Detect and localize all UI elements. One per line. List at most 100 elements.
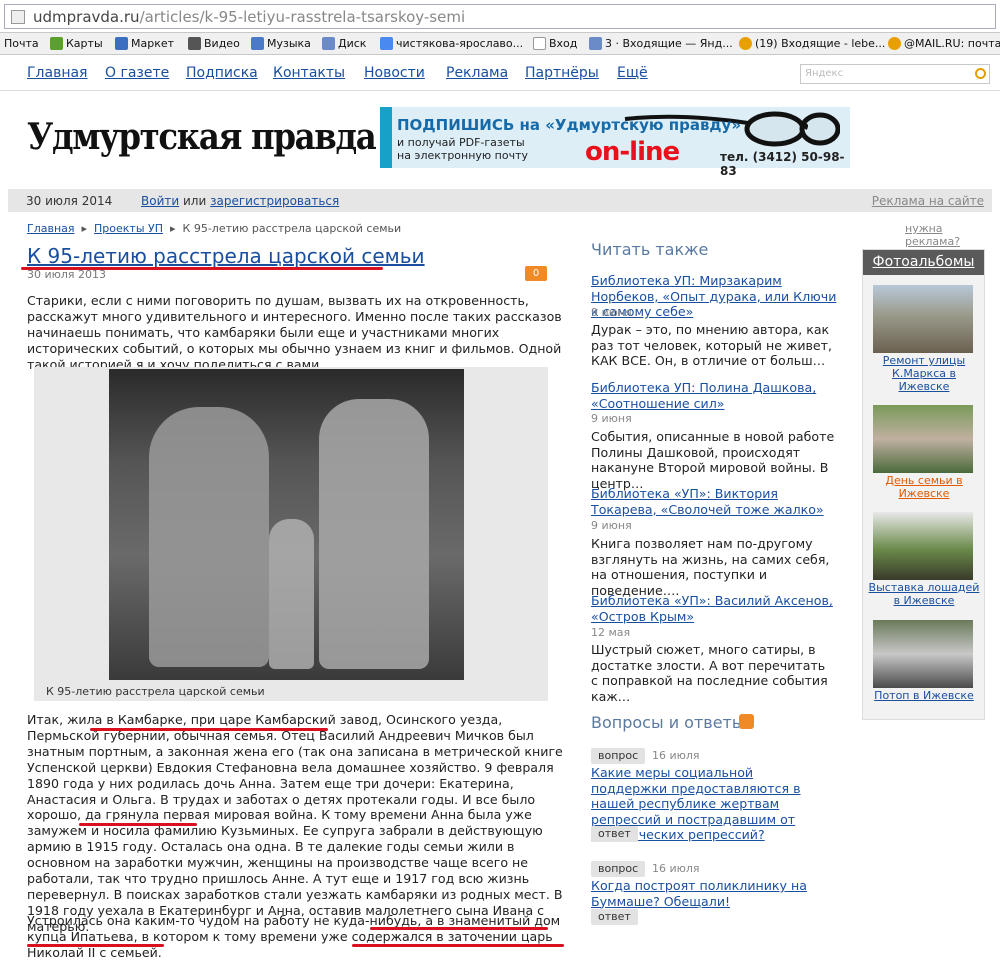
photo-figure — [319, 399, 429, 669]
bookmark-login[interactable]: Вход — [533, 37, 577, 50]
read-also-date: 9 июня — [591, 519, 632, 532]
bookmark-market[interactable]: Маркет — [115, 37, 174, 50]
nav-subscription[interactable]: Подписка — [186, 65, 258, 81]
bookmark-disk[interactable]: Диск — [322, 37, 366, 50]
video-icon — [188, 37, 201, 50]
album-thumbnail[interactable] — [873, 285, 973, 353]
bookmarks-bar: Почта Карты Маркет Видео Музыка Диск чис… — [0, 33, 1000, 55]
article-photo: К 95-летию расстрела царской семьи — [34, 367, 548, 701]
read-also-link[interactable]: Библиотека «УП»: Василий Аксенов, «Остро… — [591, 593, 841, 624]
search-icon[interactable] — [975, 68, 986, 79]
nav-contacts[interactable]: Контакты — [273, 65, 345, 81]
breadcrumb-home[interactable]: Главная — [27, 222, 75, 235]
banner-line2: и получай PDF-газеты — [397, 136, 525, 149]
bookmark-mailru[interactable]: @MAIL.RU: почта — [888, 37, 1000, 50]
qa-heading: Вопросы и ответы — [591, 713, 745, 732]
read-also-link[interactable]: Библиотека УП: Полина Дашкова, «Соотноше… — [591, 380, 841, 411]
red-underline-mark — [352, 944, 564, 947]
album-caption[interactable]: День семьи в Ижевске — [867, 474, 981, 500]
photo-caption: К 95-летию расстрела царской семьи — [46, 685, 265, 698]
nav-about[interactable]: О газете — [105, 65, 169, 81]
album-thumbnail[interactable] — [873, 620, 973, 688]
photo-albums: Фотоальбомы Ремонт улицы К.Маркса в Ижев… — [862, 249, 985, 720]
site-ad-link[interactable]: Реклама на сайте — [872, 194, 984, 208]
photo-figure — [269, 519, 314, 669]
read-also-date: 12 мая — [591, 626, 631, 639]
nav-home[interactable]: Главная — [27, 65, 87, 81]
url-field[interactable]: udmpravda.ru/articles/k-95-letiyu-rasstr… — [4, 4, 996, 29]
read-also-excerpt: Книга позволяет нам по-другому взглянуть… — [591, 536, 830, 598]
album-caption[interactable]: Ремонт улицы К.Маркса в Ижевске — [867, 354, 981, 393]
question-date: 16 июля — [652, 862, 700, 875]
mail-icon — [322, 37, 335, 50]
breadcrumb-separator: ▸ — [166, 222, 180, 235]
bookmark-yandex-inbox[interactable]: 3 · Входящие — Янд... — [589, 37, 733, 50]
read-also-excerpt: События, описанные в новой работе Полины… — [591, 429, 835, 491]
page-icon — [11, 10, 25, 24]
subscribe-banner[interactable]: ПОДПИШИСЬ на «Удмуртскую правду» и получ… — [380, 107, 850, 178]
nav-ads[interactable]: Реклама — [446, 65, 508, 81]
albums-heading[interactable]: Фотоальбомы — [863, 250, 984, 275]
question-date: 16 июля — [652, 749, 700, 762]
login-link[interactable]: Войти — [141, 194, 179, 208]
article-intro: Старики, если с ними поговорить по душам… — [27, 293, 562, 372]
current-date: 30 июля 2014 — [26, 194, 113, 208]
rss-icon[interactable] — [739, 714, 754, 729]
music-icon — [251, 37, 264, 50]
nav-news[interactable]: Новости — [364, 65, 425, 81]
google-icon — [380, 37, 393, 50]
article-body-2: Устроилась она каким-то чудом на работу … — [27, 913, 561, 960]
photo-figure — [149, 407, 269, 667]
bookmark-video[interactable]: Видео — [188, 37, 240, 50]
answer-tag[interactable]: ответ — [591, 909, 638, 925]
read-also-heading: Читать также — [591, 240, 709, 259]
answer-tag[interactable]: ответ — [591, 826, 638, 842]
mail-icon — [589, 37, 602, 50]
bookmark-mail[interactable]: Почта — [4, 37, 39, 50]
bookmark-inbox-lebe[interactable]: (19) Входящие - lebe... — [739, 37, 885, 50]
breadcrumb-projects[interactable]: Проекты УП — [94, 222, 163, 235]
question-link[interactable]: Когда построят поликлинику на Буммаше? О… — [591, 878, 841, 909]
at-icon — [888, 37, 901, 50]
album-caption[interactable]: Выставка лошадей в Ижевске — [867, 581, 981, 607]
or-text: или — [183, 194, 207, 208]
search-input[interactable]: Яндекс — [800, 64, 990, 84]
bookmark-music[interactable]: Музыка — [251, 37, 311, 50]
site-logo[interactable]: Удмуртская правда — [27, 116, 377, 158]
red-underline-mark — [90, 728, 328, 731]
red-underline-mark — [27, 944, 164, 947]
banner-line3: на электронную почту — [397, 149, 529, 162]
album-thumbnail[interactable] — [873, 405, 973, 473]
need-ad-link[interactable]: нужна реклама? — [905, 222, 1000, 248]
banner-online: on-line — [585, 137, 680, 167]
album-thumbnail[interactable] — [873, 512, 973, 580]
address-bar[interactable]: udmpravda.ru/articles/k-95-letiyu-rasstr… — [0, 0, 1000, 33]
article-date: 30 июля 2013 — [27, 268, 107, 281]
banner-stripe — [380, 107, 392, 168]
banner-phone: тел. (3412) 50-98-83 — [720, 150, 845, 178]
breadcrumb-separator: ▸ — [78, 222, 91, 235]
read-also-link[interactable]: Библиотека «УП»: Виктория Токарева, «Сво… — [591, 486, 841, 517]
comments-badge[interactable]: 0 — [525, 266, 547, 281]
read-also-date: 9 июня — [591, 306, 632, 319]
read-also-date: 9 июня — [591, 412, 632, 425]
page-icon — [533, 37, 546, 50]
breadcrumb: Главная ▸ Проекты УП ▸ К 95-летию расстр… — [27, 222, 401, 235]
nav-partners[interactable]: Партнёры — [525, 65, 599, 81]
url-text: udmpravda.ru/articles/k-95-letiyu-rasstr… — [33, 8, 466, 26]
maps-icon — [50, 37, 63, 50]
album-caption[interactable]: Потоп в Ижевске — [867, 689, 981, 702]
bookmark-maps[interactable]: Карты — [50, 37, 103, 50]
login-area: Войти или зарегистрироваться — [141, 194, 339, 208]
market-icon — [115, 37, 128, 50]
nav-more[interactable]: Ещё — [617, 65, 648, 81]
read-also-excerpt: Шустрый сюжет, много сатиры, в достатке … — [591, 642, 828, 704]
bookmark-search[interactable]: чистякова-ярославо... — [380, 37, 523, 50]
read-also-excerpt: Дурак – это, по мнению автора, как раз т… — [591, 322, 833, 368]
register-link[interactable]: зарегистрироваться — [210, 194, 339, 208]
breadcrumb-current: К 95-летию расстрела царской семьи — [182, 222, 402, 235]
article-title[interactable]: К 95-летию расстрела царской семьи — [27, 244, 425, 268]
user-strip: 30 июля 2014 Войти или зарегистрироватьс… — [8, 189, 992, 212]
banner-title: ПОДПИШИСЬ на «Удмуртскую правду» — [397, 116, 742, 134]
question-tag: вопрос — [591, 748, 646, 764]
